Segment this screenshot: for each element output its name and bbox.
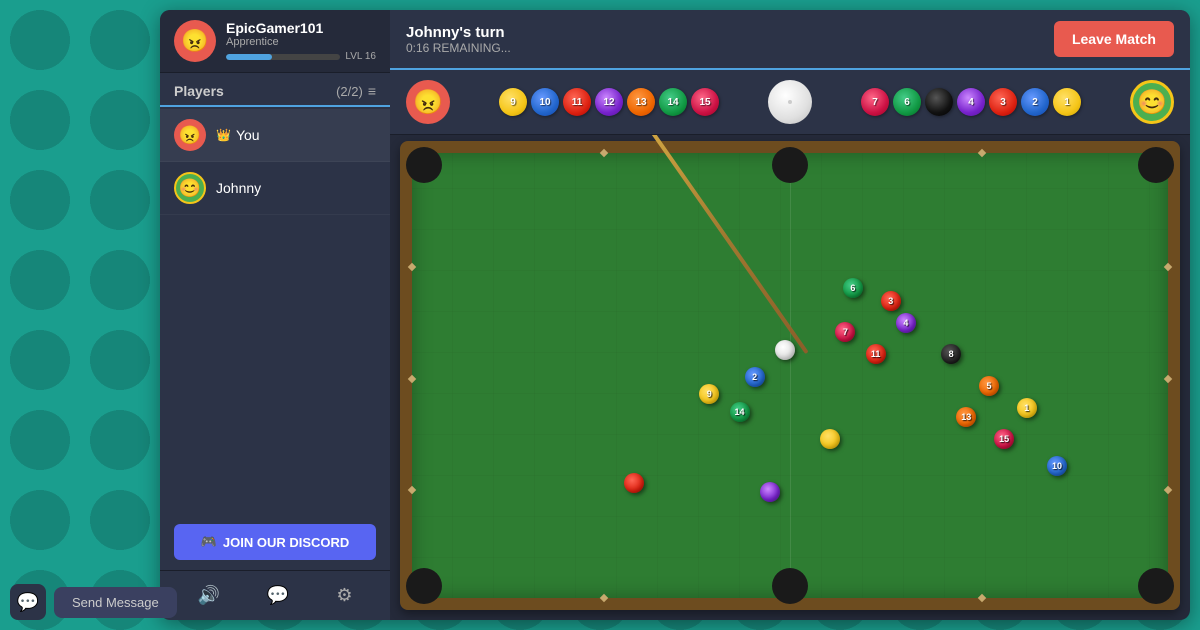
chat-icon-button[interactable]: 💬	[10, 584, 46, 620]
diamond-6	[408, 486, 416, 494]
pool-table-container: 9 2 14 7 11 4 3 6 8 5 13 1 15 10	[390, 135, 1190, 620]
ball-12: 12	[595, 88, 623, 116]
table-ball-red-lower	[624, 473, 644, 493]
pocket-top-left	[406, 147, 442, 183]
player-name-johnny: Johnny	[216, 180, 261, 196]
diamond-8	[1164, 486, 1172, 494]
user-info: EpicGamer101 Apprentice LVL 16	[226, 20, 376, 62]
ball-14: 14	[659, 88, 687, 116]
table-ball-14: 14	[730, 402, 750, 422]
ball-10: 10	[531, 88, 559, 116]
divider	[160, 105, 390, 107]
turn-timer: 0:16 REMAINING...	[406, 41, 511, 55]
player1-balls: 9 10 11 12 13 14 15	[499, 88, 719, 116]
table-ball-10: 10	[1047, 456, 1067, 476]
xp-fill	[226, 54, 272, 60]
left-panel: 😠 EpicGamer101 Apprentice LVL 16 Players…	[160, 10, 390, 620]
table-ball-4: 4	[896, 313, 916, 333]
diamond-10	[1164, 374, 1172, 382]
user-avatar: 😠	[174, 20, 216, 62]
center-line	[790, 153, 791, 598]
table-ball-yellow	[820, 429, 840, 449]
player2-avatar: 😊	[1130, 80, 1174, 124]
discord-icon: 🎮	[201, 534, 217, 550]
turn-player: Johnny's turn	[406, 24, 511, 41]
pocket-bottom-mid	[772, 568, 808, 604]
players-list: 😠 👑 You 😊 Johnny	[160, 109, 390, 514]
players-header: Players (2/2) ≡	[160, 73, 390, 105]
ball-11: 11	[563, 88, 591, 116]
message-bar: 💬 Send Message	[10, 584, 177, 620]
bottom-icons: 🔊 💬 ⚙	[160, 570, 390, 620]
ball-1: 1	[1053, 88, 1081, 116]
diamond-3	[600, 594, 608, 602]
xp-bar	[226, 54, 340, 60]
volume-button[interactable]: 🔊	[190, 581, 228, 610]
leave-button[interactable]: Leave Match	[1054, 21, 1174, 57]
diamond-9	[408, 374, 416, 382]
table-ball-11: 11	[866, 344, 886, 364]
cue-ball-dot	[788, 100, 792, 104]
player-avatar-you: 😠	[174, 119, 206, 151]
table-ball-13: 13	[956, 407, 976, 427]
pocket-top-right	[1138, 147, 1174, 183]
diamond-2	[978, 149, 986, 157]
player1-avatar: 😠	[406, 80, 450, 124]
pool-table[interactable]: 9 2 14 7 11 4 3 6 8 5 13 1 15 10	[400, 141, 1180, 610]
player-avatar-johnny: 😊	[174, 172, 206, 204]
ball-15: 15	[691, 88, 719, 116]
players-count: (2/2) ≡	[336, 83, 376, 99]
level-badge: LVL 16	[345, 51, 376, 62]
ball-8-divider	[925, 88, 953, 116]
players-title: Players	[174, 83, 224, 99]
username: EpicGamer101	[226, 20, 376, 36]
table-ball-purple-mid	[760, 482, 780, 502]
table-ball-3: 3	[881, 291, 901, 311]
ball-6: 6	[893, 88, 921, 116]
player-name-you: 👑 You	[216, 127, 260, 143]
filter-icon[interactable]: ≡	[368, 83, 376, 99]
diamond-5	[408, 263, 416, 271]
table-ball-15: 15	[994, 429, 1014, 449]
table-ball-6: 6	[843, 278, 863, 298]
cue-ball	[768, 80, 812, 124]
table-ball-9: 9	[699, 384, 719, 404]
crown-icon: 👑	[216, 128, 231, 142]
diamond-1	[600, 149, 608, 157]
ball-7: 7	[861, 88, 889, 116]
ball-4: 4	[957, 88, 985, 116]
diamond-7	[1164, 263, 1172, 271]
user-header: 😠 EpicGamer101 Apprentice LVL 16	[160, 10, 390, 73]
player-item-johnny[interactable]: 😊 Johnny	[160, 162, 390, 215]
table-cue-ball	[775, 340, 795, 360]
settings-button[interactable]: ⚙	[328, 581, 360, 610]
table-ball-1: 1	[1017, 398, 1037, 418]
player2-balls: 7 6 4 3 2 1	[861, 88, 1081, 116]
table-ball-2: 2	[745, 367, 765, 387]
ball-13: 13	[627, 88, 655, 116]
ball-2: 2	[1021, 88, 1049, 116]
send-message-button[interactable]: Send Message	[54, 587, 177, 618]
player-item-you[interactable]: 😠 👑 You	[160, 109, 390, 162]
pocket-bottom-left	[406, 568, 442, 604]
chat-button[interactable]: 💬	[259, 581, 297, 610]
ball-3: 3	[989, 88, 1017, 116]
diamond-4	[978, 594, 986, 602]
ball-9: 9	[499, 88, 527, 116]
turn-info: Johnny's turn 0:16 REMAINING...	[406, 24, 511, 55]
table-ball-7: 7	[835, 322, 855, 342]
table-ball-8: 8	[941, 344, 961, 364]
table-ball-5: 5	[979, 376, 999, 396]
main-container: 😠 EpicGamer101 Apprentice LVL 16 Players…	[160, 10, 1190, 620]
game-header: Johnny's turn 0:16 REMAINING... Leave Ma…	[390, 10, 1190, 70]
right-panel: Johnny's turn 0:16 REMAINING... Leave Ma…	[390, 10, 1190, 620]
xp-bar-container: LVL 16	[226, 51, 376, 62]
ball-display: 😠 9 10 11 12 13 14 15 7 6 4 3	[390, 70, 1190, 135]
rank-label: Apprentice	[226, 36, 376, 48]
discord-button[interactable]: 🎮 JOIN OUR DISCORD	[174, 524, 376, 560]
pocket-top-mid	[772, 147, 808, 183]
pocket-bottom-right	[1138, 568, 1174, 604]
